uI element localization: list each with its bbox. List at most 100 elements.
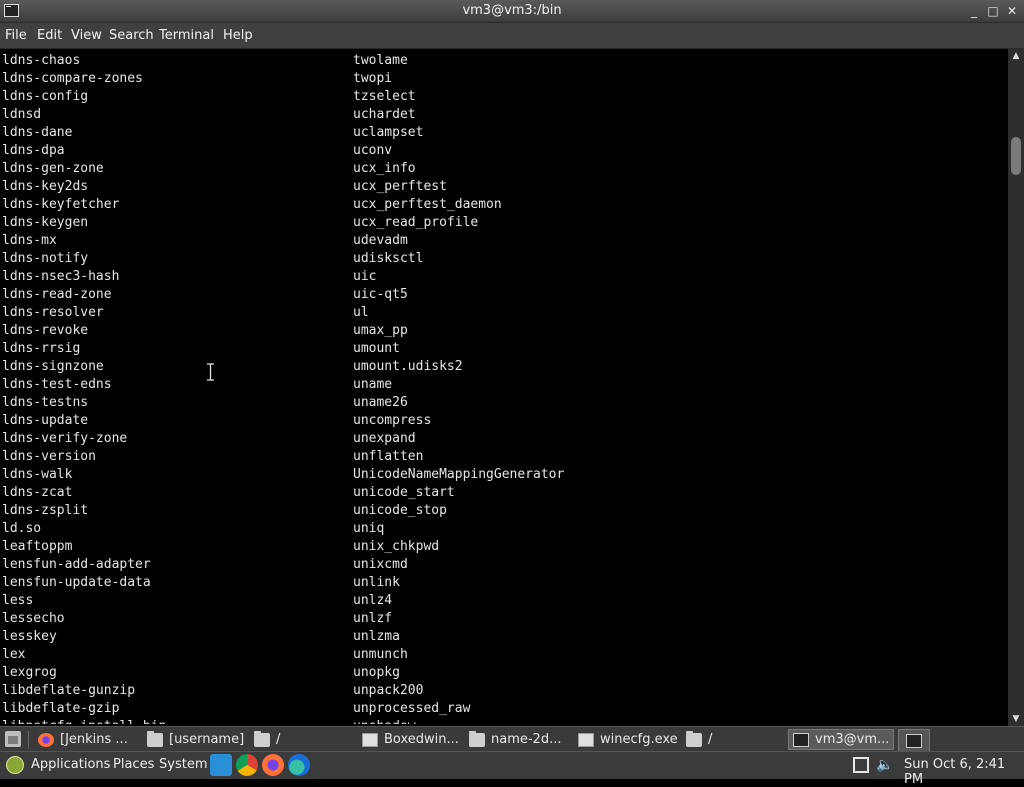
- terminal-line: uic-qt5: [353, 287, 408, 302]
- terminal-icon: [793, 732, 809, 747]
- task-root-folder[interactable]: /: [254, 729, 354, 750]
- task-username[interactable]: [username]: [147, 729, 247, 750]
- task-jenkins[interactable]: [Jenkins ...: [38, 729, 138, 750]
- task-label: [username]: [169, 732, 245, 747]
- terminal-line: ldns-compare-zones: [2, 71, 143, 86]
- menu-edit[interactable]: Edit: [37, 28, 62, 43]
- terminal-line: udevadm: [353, 233, 408, 248]
- terminal-line: ldns-key2ds: [2, 179, 89, 194]
- terminal-output[interactable]: ldns-chaos ldns-compare-zones ldns-config l…: [0, 49, 1008, 726]
- terminal-line: ucx_perftest_daemon: [353, 197, 502, 212]
- terminal-line: uncompress: [353, 413, 432, 428]
- places-menu[interactable]: Places: [113, 757, 154, 772]
- terminal-line: unixcmd: [353, 557, 408, 572]
- task-label: /: [276, 732, 281, 747]
- terminal-line: ldns-verify-zone: [2, 431, 128, 446]
- ibeam-cursor-icon: [207, 363, 214, 381]
- taskbar: [Jenkins ... [username] / Boxedwin... na…: [0, 726, 1024, 752]
- scroll-down-icon[interactable]: ▼: [1008, 712, 1024, 726]
- terminal-line: unlzf: [353, 611, 393, 626]
- show-desktop-icon[interactable]: [5, 731, 21, 747]
- menu-terminal[interactable]: Terminal: [159, 28, 214, 43]
- clock[interactable]: Sun Oct 6, 2:41 PM: [904, 757, 1024, 787]
- terminal-line: uic: [353, 269, 377, 284]
- terminal-line: ldns-mx: [2, 233, 57, 248]
- terminal-line: uconv: [353, 143, 393, 158]
- terminal-line: uchardet: [353, 107, 416, 122]
- chrome-icon[interactable]: [236, 754, 258, 776]
- terminal-line: ldns-resolver: [2, 305, 104, 320]
- terminal-line: tzselect: [353, 89, 416, 104]
- terminal-line: uniq: [353, 521, 385, 536]
- terminal-line: ldnsd: [2, 107, 42, 122]
- terminal-line: unflatten: [353, 449, 424, 464]
- scrollbar-thumb[interactable]: [1011, 137, 1021, 175]
- system-menu[interactable]: System: [159, 757, 207, 772]
- applications-menu[interactable]: Applications: [31, 757, 110, 772]
- terminal-line: ldns-signzone: [2, 359, 104, 374]
- terminal-line: unix_chkpwd: [353, 539, 440, 554]
- task-boxedwine[interactable]: Boxedwin...: [362, 729, 462, 750]
- applications-icon[interactable]: [6, 756, 24, 774]
- scroll-up-icon[interactable]: ▲: [1008, 49, 1024, 63]
- terminal-line: ldns-zcat: [2, 485, 73, 500]
- terminal-line: ldns-gen-zone: [2, 161, 104, 176]
- terminal-line: ldns-version: [2, 449, 96, 464]
- terminal-line: ldns-dane: [2, 125, 73, 140]
- vscode-icon[interactable]: [210, 754, 232, 776]
- edge-dev-icon[interactable]: [288, 754, 310, 776]
- window-icon: [578, 732, 594, 747]
- task-label: winecfg.exe: [600, 732, 678, 747]
- task-name-2d[interactable]: name-2d...: [469, 729, 569, 750]
- terminal-line: uclampset: [353, 125, 424, 140]
- task-winecfg[interactable]: winecfg.exe: [578, 729, 678, 750]
- terminal-window: vm3@vm3:/bin _ □ ✕ File Edit View Search…: [0, 0, 1024, 726]
- close-button[interactable]: ✕: [1004, 3, 1020, 19]
- terminal-line: ldns-keyfetcher: [2, 197, 120, 212]
- terminal-line: ld.so: [2, 521, 42, 536]
- terminal-line: ldns-chaos: [2, 53, 81, 68]
- network-icon[interactable]: [853, 757, 869, 773]
- terminal-line: ldns-read-zone: [2, 287, 112, 302]
- terminal-line: ldns-rrsig: [2, 341, 81, 356]
- maximize-button[interactable]: □: [985, 3, 1001, 19]
- task-label: /: [708, 732, 713, 747]
- terminal-line: less: [2, 593, 34, 608]
- menu-view[interactable]: View: [71, 28, 102, 43]
- terminal-line: lesskey: [2, 629, 57, 644]
- firefox-icon: [38, 732, 54, 747]
- menu-bar: File Edit View Search Terminal Help: [0, 23, 1024, 49]
- title-bar[interactable]: vm3@vm3:/bin _ □ ✕: [0, 0, 1024, 23]
- terminal-line: ldns-nsec3-hash: [2, 269, 120, 284]
- minimize-button[interactable]: _: [966, 3, 982, 19]
- firefox-icon[interactable]: [262, 754, 284, 776]
- terminal-line: ucx_info: [353, 161, 416, 176]
- menu-file[interactable]: File: [5, 28, 27, 43]
- terminal-line: ldns-zsplit: [2, 503, 89, 518]
- task-terminal[interactable]: vm3@vm...: [788, 729, 894, 750]
- taskbar-separator: [28, 731, 29, 749]
- folder-icon: [686, 730, 702, 747]
- task-root-folder-2[interactable]: /: [686, 729, 786, 750]
- task-label: [Jenkins ...: [60, 732, 128, 747]
- volume-icon[interactable]: 🔈: [876, 757, 893, 773]
- top-panel: Applications Places System 🔈 Sun Oct 6, …: [0, 751, 1024, 787]
- terminal-line: ucx_read_profile: [353, 215, 479, 230]
- terminal-line-partial: libnetcfg-install-bin: [2, 718, 166, 724]
- terminal-line: unexpand: [353, 431, 416, 446]
- terminal-line: lensfun-add-adapter: [2, 557, 151, 572]
- terminal-line: udisksctl: [353, 251, 424, 266]
- terminal-line: UnicodeNameMappingGenerator: [353, 467, 565, 482]
- workspace-switcher[interactable]: [898, 729, 930, 752]
- folder-icon: [469, 730, 485, 747]
- terminal-line: unpack200: [353, 683, 424, 698]
- terminal-line: uname: [353, 377, 393, 392]
- menu-help[interactable]: Help: [223, 28, 253, 43]
- terminal-line: twolame: [353, 53, 408, 68]
- vertical-scrollbar[interactable]: ▲ ▼: [1008, 49, 1024, 726]
- terminal-line: twopi: [353, 71, 393, 86]
- terminal-line: umount: [353, 341, 400, 356]
- terminal-line: leaftoppm: [2, 539, 73, 554]
- menu-search[interactable]: Search: [109, 28, 154, 43]
- terminal-line: umax_pp: [353, 323, 408, 338]
